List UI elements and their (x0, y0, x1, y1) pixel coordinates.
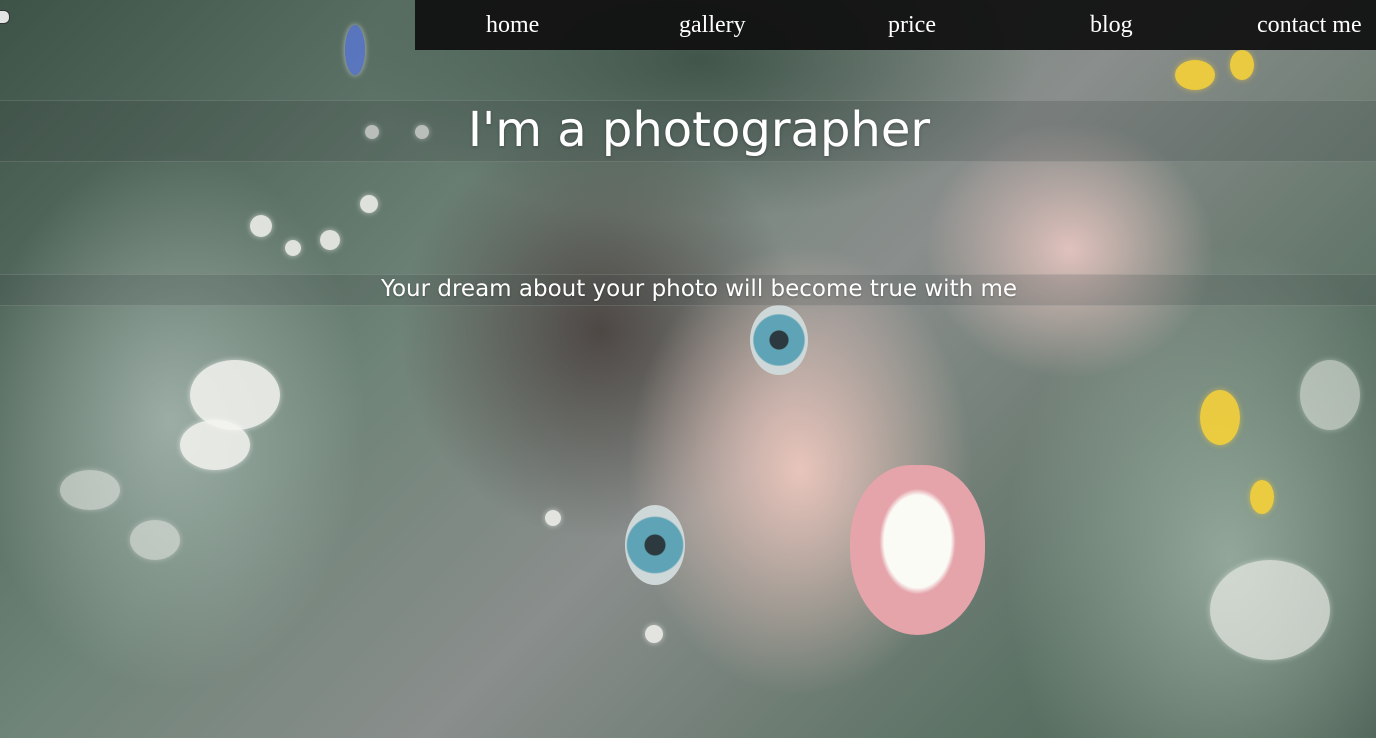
eye-decoration (750, 305, 808, 375)
flower-decoration (190, 360, 280, 430)
flower-decoration (1230, 50, 1254, 80)
page: home gallery price blog contact me I'm a… (0, 0, 1376, 738)
flower-decoration (60, 470, 120, 510)
lips-decoration (850, 465, 985, 635)
nav-link-gallery[interactable]: gallery (679, 10, 746, 40)
flower-decoration (130, 520, 180, 560)
main-navigation: home gallery price blog contact me (415, 0, 1376, 50)
corner-widget-icon (0, 10, 10, 24)
flower-decoration (1200, 390, 1240, 445)
hero-subtitle: Your dream about your photo will become … (380, 276, 1018, 302)
nav-link-price[interactable]: price (888, 10, 936, 40)
flower-decoration (285, 240, 301, 256)
flower-decoration (1250, 480, 1274, 514)
flower-decoration (360, 195, 378, 213)
nav-link-blog[interactable]: blog (1090, 10, 1133, 40)
eye-decoration (625, 505, 685, 585)
flower-decoration (345, 25, 365, 75)
nav-link-home[interactable]: home (486, 10, 539, 40)
hero-title: I'm a photographer (467, 102, 931, 158)
flower-decoration (1175, 60, 1215, 90)
flower-decoration (645, 625, 663, 643)
flower-decoration (1210, 560, 1330, 660)
nav-link-contact-me[interactable]: contact me (1257, 10, 1362, 40)
flower-decoration (320, 230, 340, 250)
flower-decoration (1300, 360, 1360, 430)
flower-decoration (180, 420, 250, 470)
flower-decoration (250, 215, 272, 237)
flower-decoration (545, 510, 561, 526)
